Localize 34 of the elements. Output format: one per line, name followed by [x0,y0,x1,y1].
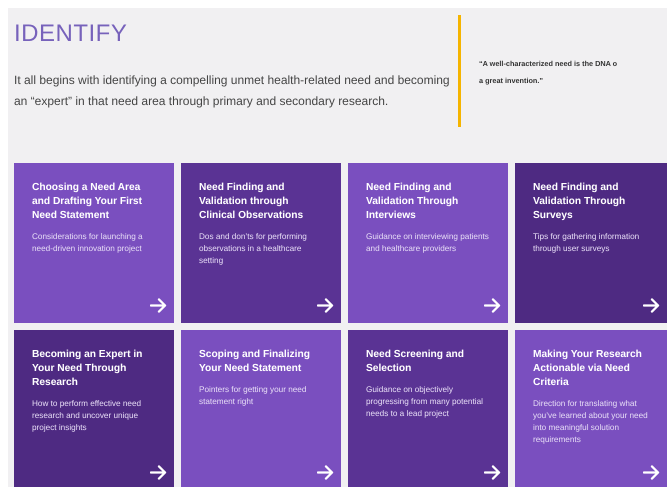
arrow-icon [317,465,334,480]
card-title: Becoming an Expert in Your Need Through Research [32,348,144,390]
card-description: Pointers for getting your need statement right [199,384,308,408]
card-description: Tips for gathering information through user surveys [533,231,640,255]
card-title: Scoping and Finalizing Your Need Statement [199,348,311,376]
arrow-icon [643,298,660,313]
arrow-icon [150,465,167,480]
topic-card[interactable]: Choosing a Need Area and Drafting Your First Need Statement Considerations for launching a need-driven innovation project [14,163,174,323]
card-description: Direction for translating what you’ve learned about your need into meaningful solution requirements [533,398,649,446]
card-description: Considerations for launching a need-driven innovation project [32,231,144,255]
arrow-icon [317,298,334,313]
arrow-icon [150,298,167,313]
card-title: Need Finding and Validation Through Interviews [366,181,460,223]
topic-card[interactable]: Becoming an Expert in Your Need Through Research How to perform effective need research and uncover unique project insights [14,330,174,487]
card-description: Guidance on objectively progressing from many potential needs to a lead project [366,384,484,420]
topic-card[interactable]: Need Finding and Validation through Clinical Observations Dos and don’ts for performing observations in a healthcare setting [181,163,341,323]
card-description: Guidance on interviewing patients and healthcare providers [366,231,490,255]
topic-card[interactable]: Scoping and Finalizing Your Need Statement Pointers for getting your need statement right [181,330,341,487]
card-title: Need Finding and Validation Through Surveys [533,181,626,223]
topic-card[interactable]: Need Finding and Validation Through Interviews Guidance on interviewing patients and healthcare providers [348,163,508,323]
card-title: Need Finding and Validation through Clinical Observations [199,181,304,223]
card-title: Choosing a Need Area and Drafting Your First Need Statement [32,181,143,223]
arrow-icon [484,465,501,480]
section-heading: IDENTIFY [14,19,128,48]
card-title: Making Your Research Actionable via Need Criteria [533,348,643,390]
topic-card[interactable]: Making Your Research Actionable via Need Criteria Direction for translating what you’ve learned about your need into meaningful solution requirements [515,330,667,487]
arrow-icon [643,465,660,480]
arrow-icon [484,298,501,313]
card-description: Dos and don’ts for performing observations in a healthcare setting [199,231,308,267]
topic-card[interactable]: Need Finding and Validation Through Surveys Tips for gathering information through user surveys [515,163,667,323]
card-title: Need Screening and Selection [366,348,465,376]
intro-paragraph: It all begins with identifying a compelling unmet health-related need and becoming an “expert” in that need area through primary and secondary research. [14,72,451,110]
card-description: How to perform effective need research and uncover unique project insights [32,398,142,434]
topic-card[interactable]: Need Screening and Selection Guidance on objectively progressing from many potential needs to a lead project [348,330,508,487]
